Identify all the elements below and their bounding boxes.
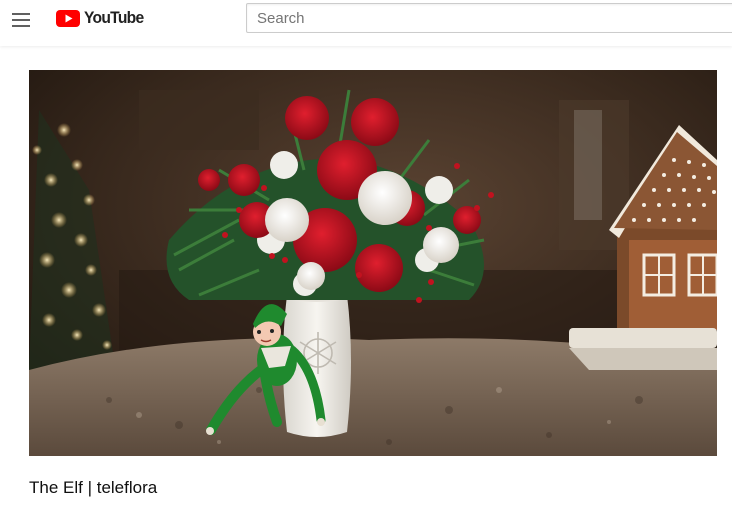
video-player[interactable] [29,70,717,456]
masthead: YouTube [0,0,732,46]
youtube-play-icon [56,9,80,27]
youtube-logo[interactable]: YouTube [56,8,149,28]
hamburger-menu-icon[interactable] [9,8,33,32]
search-input[interactable] [246,3,732,33]
video-thumbnail [29,70,717,456]
video-title[interactable]: The Elf | teleflora [29,478,157,498]
youtube-logo-text: YouTube [84,8,144,27]
